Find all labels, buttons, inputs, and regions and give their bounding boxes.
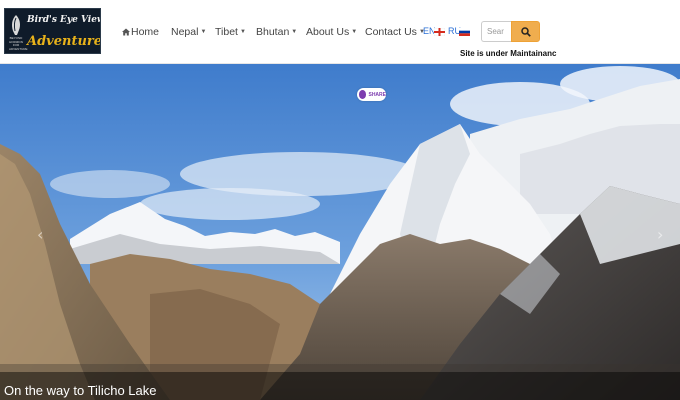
caret-down-icon: ▼	[291, 29, 298, 35]
hero-slider[interactable]: SHARE ‹ ›	[0, 64, 680, 400]
caret-down-icon: ▼	[351, 29, 358, 35]
nav-home[interactable]: Home	[122, 25, 159, 39]
nav-contact-label: Contact Us	[365, 26, 417, 38]
russia-flag-icon[interactable]	[459, 28, 470, 36]
slider-prev-arrow[interactable]: ‹	[37, 225, 43, 244]
nav-nepal-label: Nepal	[171, 26, 199, 38]
search-button[interactable]	[511, 21, 540, 42]
nav-tibet-label: Tibet	[215, 26, 238, 38]
nav-bhutan[interactable]: Bhutan ▼	[256, 25, 297, 39]
logo-line-1: Bird's Eye View	[27, 15, 101, 25]
viber-share-button[interactable]: SHARE	[357, 88, 386, 101]
nav-nepal[interactable]: Nepal ▼	[171, 25, 206, 39]
england-flag-icon[interactable]	[434, 28, 445, 36]
slide-caption: On the way to Tilicho Lake	[4, 383, 157, 398]
nav-contact[interactable]: Contact Us ▼	[365, 25, 425, 39]
search-input[interactable]: Sear	[481, 21, 511, 42]
maintenance-notice: Site is under Maintainanc	[460, 49, 557, 58]
caret-down-icon: ▼	[200, 29, 207, 35]
logo-line-2: Adventure	[27, 34, 101, 49]
nav-home-label: Home	[131, 26, 160, 38]
site-header: BEYOND HORIZON FOR ADVENTURE Bird's Eye …	[0, 0, 680, 64]
site-logo[interactable]: BEYOND HORIZON FOR ADVENTURE Bird's Eye …	[4, 8, 101, 54]
nav-bhutan-label: Bhutan	[256, 26, 290, 38]
share-label: SHARE	[368, 91, 386, 98]
caret-down-icon: ▼	[239, 29, 246, 35]
viber-icon	[359, 90, 367, 99]
logo-tagline: BEYOND HORIZON FOR ADVENTURE	[9, 36, 28, 51]
slider-next-arrow[interactable]: ›	[657, 225, 663, 244]
nav-about[interactable]: About Us ▼	[306, 25, 357, 39]
nav-tibet[interactable]: Tibet ▼	[215, 25, 246, 39]
search-icon	[520, 26, 531, 37]
nav-about-label: About Us	[306, 26, 350, 38]
bird-logo-icon	[12, 15, 20, 35]
home-icon	[122, 28, 130, 36]
mountain-landscape-image	[0, 64, 680, 400]
